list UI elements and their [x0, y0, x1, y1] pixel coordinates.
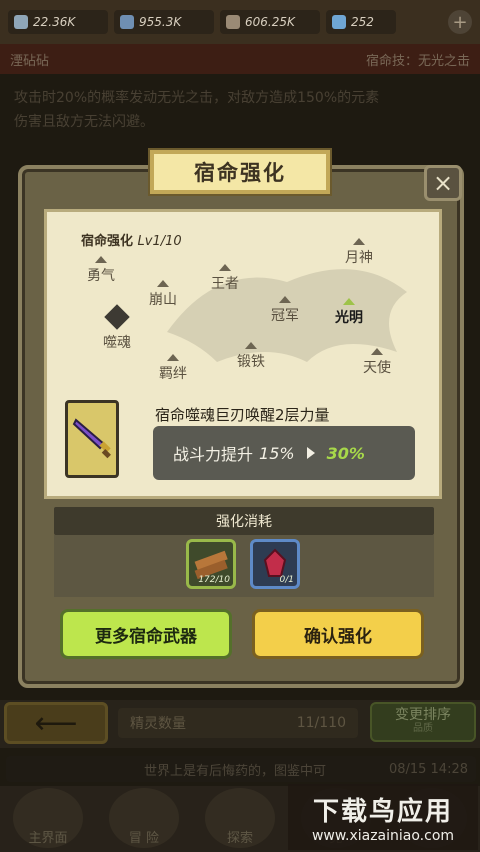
- more-destiny-weapons-button[interactable]: 更多宿命武器: [60, 609, 232, 659]
- material-wood[interactable]: 172/10: [186, 539, 236, 589]
- cost-materials: 172/10 0/1: [54, 535, 434, 597]
- resource-1: 22.36K: [8, 10, 108, 34]
- resource-3-icon: [226, 15, 240, 29]
- gem-icon: [332, 15, 346, 29]
- weapon-name: 宿命噬魂巨刃唤醒2层力量: [155, 406, 330, 424]
- node-champion[interactable]: 冠军: [271, 296, 299, 325]
- resource-1-value: 22.36K: [33, 15, 76, 29]
- node-king[interactable]: 王者: [211, 264, 239, 293]
- destiny-enhance-modal: 宿命强化 Lv1/10 勇气 月神 崩山 王者 噬魂 冠军 光明 羁绊 锻铁 天…: [18, 165, 464, 688]
- resource-4: 252: [326, 10, 396, 34]
- arrow-right-icon: [306, 447, 315, 459]
- node-moon-god[interactable]: 月神: [345, 238, 373, 267]
- destiny-tree-panel: 宿命强化 Lv1/10 勇气 月神 崩山 王者 噬魂 冠军 光明 羁绊 锻铁 天…: [44, 209, 442, 499]
- game-screen: 22.36K 955.3K 606.25K 252 + 湮砧砧 宿命技：无光之击…: [0, 0, 480, 852]
- resource-3: 606.25K: [220, 10, 320, 34]
- node-collapse[interactable]: 崩山: [149, 280, 177, 309]
- watermark-url: www.xiazainiao.com: [311, 827, 455, 844]
- material-gem-count: 0/1: [279, 575, 294, 585]
- resource-3-value: 606.25K: [245, 15, 295, 29]
- resource-2-icon: [120, 15, 134, 29]
- confirm-enhance-button[interactable]: 确认强化: [252, 609, 424, 659]
- material-wood-count: 172/10: [198, 575, 230, 585]
- node-angel[interactable]: 天使: [363, 348, 391, 377]
- sword-icon: [72, 418, 111, 459]
- resource-2: 955.3K: [114, 10, 214, 34]
- node-courage[interactable]: 勇气: [87, 256, 115, 285]
- boost-label: 战斗力提升: [173, 445, 254, 464]
- site-watermark: 下载鸟应用 www.xiazainiao.com: [288, 784, 478, 850]
- resource-bar: 22.36K 955.3K 606.25K 252 +: [0, 0, 480, 44]
- material-gem[interactable]: 0/1: [250, 539, 300, 589]
- node-soul-eater[interactable]: 噬魂: [103, 304, 131, 352]
- cost-title: 强化消耗: [54, 507, 434, 535]
- node-forge[interactable]: 锻铁: [237, 342, 265, 371]
- boost-to: 30%: [326, 443, 365, 463]
- power-boost-panel: 战斗力提升 15% 30%: [153, 426, 415, 480]
- add-resource-button[interactable]: +: [448, 10, 472, 34]
- close-button[interactable]: ×: [424, 165, 462, 201]
- tree-title-text: 宿命强化: [81, 234, 134, 249]
- watermark-big: 下载鸟应用: [312, 796, 453, 827]
- weapon-icon: [65, 400, 119, 478]
- resource-2-value: 955.3K: [139, 15, 182, 29]
- modal-title: 宿命强化: [150, 150, 330, 194]
- node-light[interactable]: 光明: [335, 298, 363, 327]
- resource-4-value: 252: [351, 15, 374, 29]
- boost-from: 15%: [259, 443, 295, 463]
- resource-1-icon: [14, 15, 28, 29]
- node-bond[interactable]: 羁绊: [159, 354, 187, 383]
